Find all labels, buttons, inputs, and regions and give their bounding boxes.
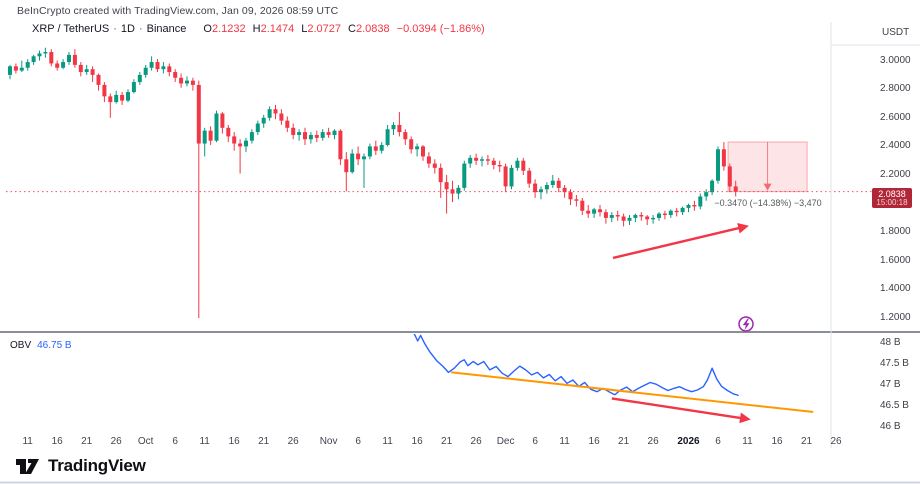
ohlc-values: O2.1232H2.1474L2.0727C2.0838−0.0394 (−1.… (196, 23, 484, 35)
obv-label[interactable]: OBV (10, 340, 31, 351)
measure-label: −0.3470 (−14.38%) −3,470 (687, 198, 849, 208)
chart-canvas[interactable] (0, 0, 920, 484)
current-price-badge: 2.0838 15:00:18 (872, 188, 912, 208)
obv-downtrend-arrow[interactable] (612, 398, 748, 419)
open-value: 2.1232 (212, 23, 246, 35)
high-label: H (253, 23, 261, 35)
obv-tick: 46.5 B (880, 400, 909, 412)
separator-dot: · (139, 23, 143, 35)
symbol-row: XRP / TetherUS·1D·BinanceO2.1232H2.1474L… (32, 23, 485, 35)
change-value: −0.0394 (−1.86%) (397, 23, 485, 35)
time-tick: 26 (276, 436, 310, 447)
symbol-exchange: Binance (147, 23, 187, 35)
price-tick: 2.6000 (880, 112, 911, 124)
price-tick: 1.8000 (880, 226, 911, 238)
uptrend-arrow[interactable] (613, 226, 746, 257)
price-tick: 2.8000 (880, 83, 911, 95)
bar-countdown: 15:00:18 (872, 199, 912, 207)
chart-window: BeInCrypto created with TradingView.com,… (0, 0, 920, 484)
price-axis-currency: USDT (882, 27, 909, 38)
footer: TradingView (15, 455, 146, 477)
obv-indicator-row: OBV 46.75 B (10, 340, 72, 351)
price-tick: 2.4000 (880, 140, 911, 152)
high-value: 2.1474 (261, 23, 295, 35)
brand-name: TradingView (48, 456, 146, 476)
close-value: 2.0838 (356, 23, 390, 35)
tradingview-logo-icon[interactable] (15, 455, 41, 477)
open-label: O (203, 23, 212, 35)
candles (8, 48, 738, 318)
time-tick: 26 (819, 436, 853, 447)
price-tick: 1.6000 (880, 255, 911, 267)
symbol-name[interactable]: XRP / TetherUS (32, 23, 109, 35)
obv-value: 46.75 B (37, 340, 71, 351)
close-label: C (348, 23, 356, 35)
price-tick: 1.2000 (880, 312, 911, 324)
obv-tick: 48 B (880, 337, 901, 349)
price-tick: 1.4000 (880, 283, 911, 295)
separator-dot: · (113, 23, 117, 35)
symbol-interval[interactable]: 1D (121, 23, 135, 35)
obv-tick: 46 B (880, 421, 901, 433)
obv-tick: 47 B (880, 379, 901, 391)
price-tick: 2.2000 (880, 169, 911, 181)
credit-line: BeInCrypto created with TradingView.com,… (17, 5, 338, 17)
obv-trendline[interactable] (452, 372, 812, 411)
obv-tick: 47.5 B (880, 358, 909, 370)
price-tick: 3.0000 (880, 55, 911, 67)
time-tick: 26 (636, 436, 670, 447)
low-value: 2.0727 (307, 23, 341, 35)
